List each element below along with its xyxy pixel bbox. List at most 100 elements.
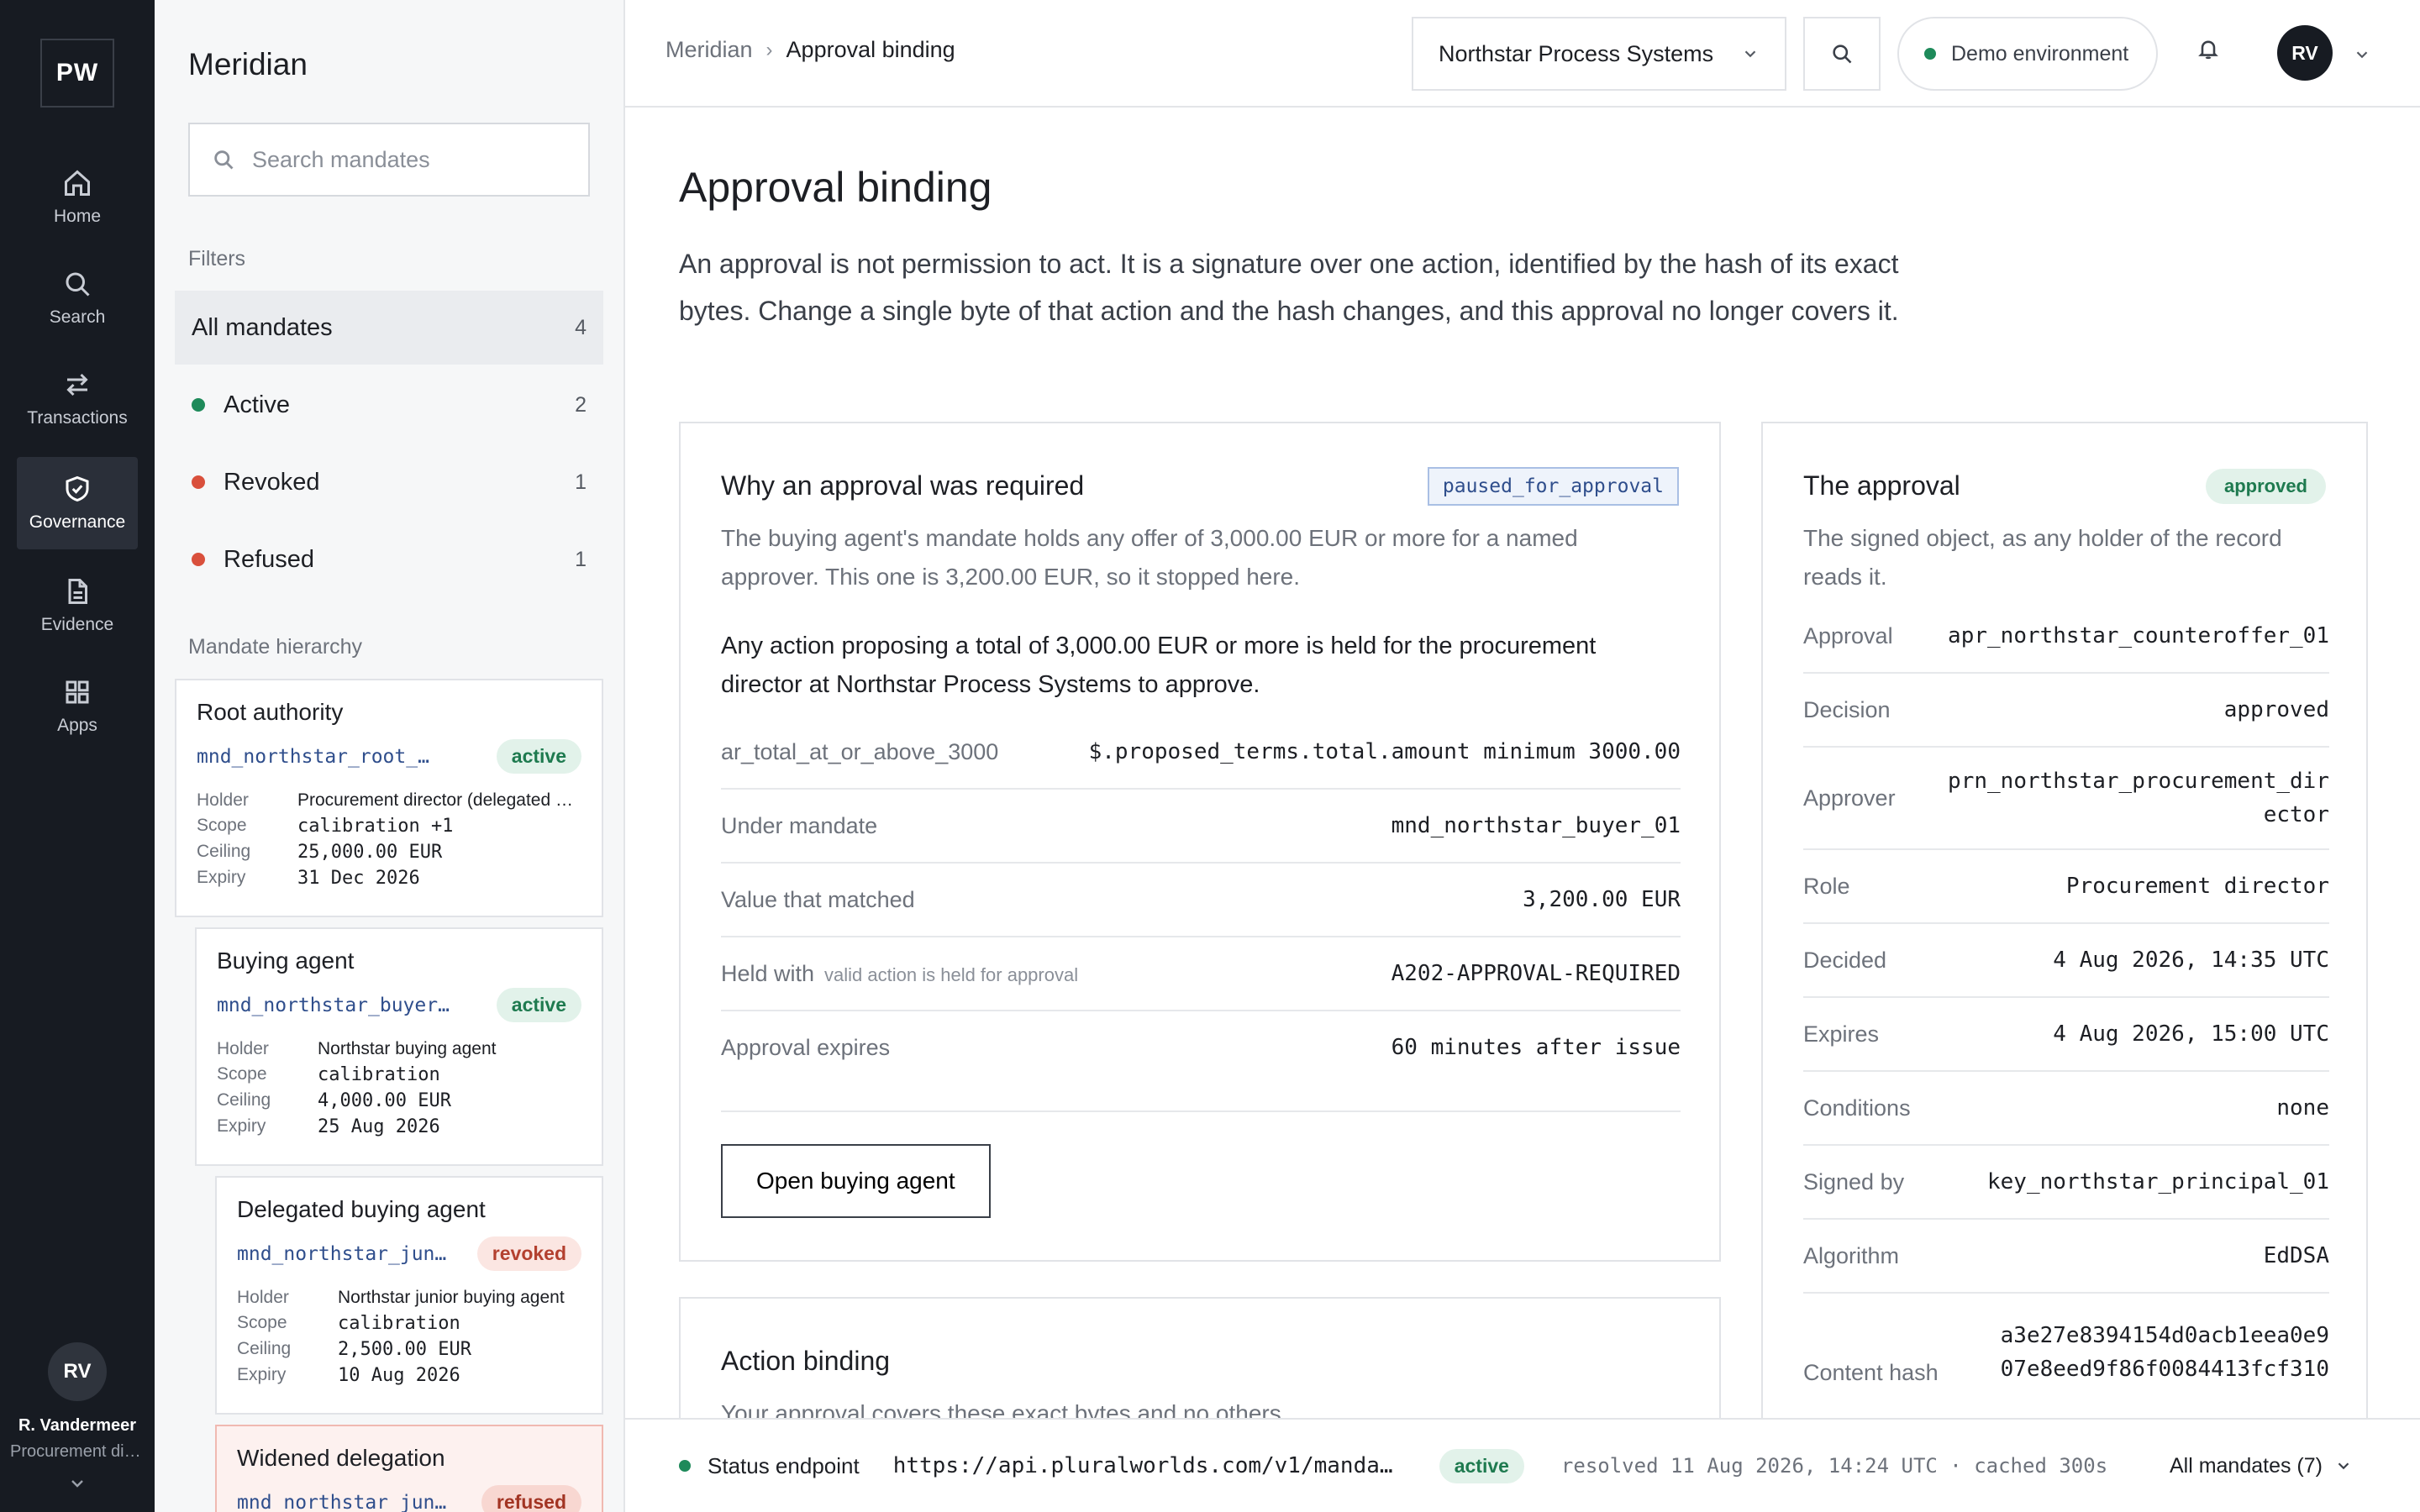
avatar: RV <box>48 1342 107 1401</box>
kv-row: Conditions none <box>1803 1072 2329 1146</box>
kv-row: Under mandate mnd_northstar_buyer_01 <box>721 790 1681 864</box>
kv-value: key_northstar_principal_01 <box>1987 1169 2329 1194</box>
meta-key: Holder <box>237 1288 289 1307</box>
approval-description: The signed object, as any holder of the … <box>1803 525 2282 590</box>
meta-ceiling: 4,000.00 EUR <box>318 1090 451 1111</box>
rail-item-evidence[interactable]: Evidence <box>17 559 138 652</box>
search-input[interactable]: Search mandates <box>188 123 590 197</box>
kv-row: Approval expires 60 minutes after issue <box>721 1011 1681 1112</box>
filter-count: 1 <box>575 470 587 494</box>
kv-key: Role <box>1803 873 1850 899</box>
mandate-id-link[interactable]: mnd_northstar_root_01 <box>197 746 432 768</box>
rail-item-label: Apps <box>57 716 97 735</box>
mandate-card-junior[interactable]: Delegated buying agent mnd_northstar_jun… <box>215 1176 603 1415</box>
grid-icon <box>66 680 89 704</box>
transfer-icon <box>66 373 88 396</box>
avatar[interactable]: RV <box>2277 25 2333 81</box>
breadcrumb-root[interactable]: Meridian <box>666 37 753 63</box>
status-tag: paused_for_approval <box>1427 467 1679 506</box>
kv-key: Decided <box>1803 947 1887 973</box>
meta-key: Scope <box>237 1313 287 1332</box>
kv-row: Content hash a3e27e8394154d0acb1eea0e907… <box>1803 1294 2329 1403</box>
kv-row: Approver prn_northstar_procurement_direc… <box>1803 748 2329 850</box>
kv-key: Approval <box>1803 622 1893 648</box>
mandate-card-buyer[interactable]: Buying agent mnd_northstar_buyer_01 acti… <box>195 927 603 1166</box>
search-button[interactable] <box>1803 17 1881 91</box>
status-dot <box>192 475 205 489</box>
card-title: Action binding <box>721 1346 891 1376</box>
filter-refused[interactable]: Refused 1 <box>175 522 603 596</box>
app-logo[interactable]: PW <box>40 39 114 108</box>
filter-active[interactable]: Active 2 <box>175 368 603 442</box>
kv-value: 4 Aug 2026, 15:00 UTC <box>2053 1021 2329 1047</box>
bell-icon <box>2198 40 2218 60</box>
kv-row: Algorithm EdDSA <box>1803 1220 2329 1294</box>
status-badge: refused <box>481 1485 581 1512</box>
page-intro: An approval is not permission to act. It… <box>679 249 1899 326</box>
kv-key: Expires <box>1803 1021 1880 1047</box>
kv-value: 60 minutes after issue <box>1391 1035 1681 1060</box>
filter-count: 4 <box>575 315 587 339</box>
meta-expiry: 10 Aug 2026 <box>338 1365 460 1386</box>
rule-statement: Any action proposing a total of 3,000.00… <box>721 633 1597 698</box>
user-name: R. Vandermeer <box>18 1416 137 1435</box>
rail-item-apps[interactable]: Apps <box>17 660 138 753</box>
chevron-down-icon[interactable] <box>2353 45 2371 64</box>
filter-revoked[interactable]: Revoked 1 <box>175 445 603 519</box>
kv-value: prn_northstar_procurement_director <box>1948 769 2329 827</box>
filter-label: Refused <box>224 545 315 573</box>
environment-label: Demo environment <box>1951 41 2129 66</box>
meta-holder: Northstar junior buying agent <box>338 1288 565 1307</box>
meta-key: Scope <box>217 1064 267 1084</box>
kv-row: Signed by key_northstar_principal_01 <box>1803 1146 2329 1220</box>
search-placeholder: Search mandates <box>252 146 430 172</box>
kv-key: Conditions <box>1803 1095 1911 1121</box>
mandate-card-widened[interactable]: Widened delegation mnd_northstar_junior_… <box>215 1425 603 1512</box>
mandate-title: Buying agent <box>217 948 355 974</box>
rail-item-label: Governance <box>29 512 126 532</box>
rail-item-transactions[interactable]: Transactions <box>17 353 138 445</box>
meta-scope: calibration <box>338 1313 460 1334</box>
kv-key: Algorithm <box>1803 1242 1900 1268</box>
filter-label: Active <box>224 391 290 418</box>
kv-key: Under mandate <box>721 812 878 838</box>
meta-key: Expiry <box>197 868 246 887</box>
meta-key: Holder <box>217 1039 269 1058</box>
chevron-down-icon[interactable] <box>67 1473 87 1494</box>
mandate-id-link[interactable]: mnd_northstar_junior_02 <box>237 1492 447 1512</box>
chevron-down-icon <box>1744 50 1756 58</box>
status-dot <box>1924 48 1936 60</box>
open-buying-agent-button[interactable]: Open buying agent <box>721 1144 991 1218</box>
status-endpoint-url[interactable]: https://api.pluralworlds.com/v1/mandates… <box>893 1453 1394 1478</box>
rail-item-home[interactable]: Home <box>17 151 138 244</box>
org-selector[interactable]: Northstar Process Systems <box>1412 17 1786 91</box>
meta-key: Ceiling <box>237 1339 292 1358</box>
kv-value: $.proposed_terms.total.amount minimum 30… <box>1088 739 1681 764</box>
kv-value: mnd_northstar_buyer_01 <box>1391 813 1681 838</box>
status-endpoint-label: Status endpoint <box>708 1452 860 1478</box>
top-bar: Meridian › Approval binding Northstar Pr… <box>625 0 2420 108</box>
status-badge: active <box>496 988 581 1022</box>
kv-value: a3e27e8394154d0acb1eea0e907e8eed9f86f008… <box>2000 1323 2329 1382</box>
mandate-id-link[interactable]: mnd_northstar_junior_01 <box>237 1243 447 1265</box>
environment-badge[interactable]: Demo environment <box>1897 17 2158 91</box>
mandate-card-root[interactable]: Root authority mnd_northstar_root_01 act… <box>175 679 603 917</box>
kv-key: Approver <box>1803 785 1896 811</box>
kv-row: Decided 4 Aug 2026, 14:35 UTC <box>1803 924 2329 998</box>
mandate-selector[interactable]: All mandates (7) <box>2170 1454 2353 1478</box>
kv-value: A202-APPROVAL-REQUIRED <box>1391 961 1681 986</box>
main-content: Approval binding An approval is not perm… <box>625 109 2420 1418</box>
mandate-selector-label: All mandates (7) <box>2169 1453 2323 1478</box>
meta-ceiling: 25,000.00 EUR <box>297 842 443 863</box>
rail-item-search[interactable]: Search <box>17 252 138 344</box>
kv-key: Approval expires <box>721 1035 891 1060</box>
rail-item-governance[interactable]: Governance <box>17 457 138 549</box>
kv-key: ar_total_at_or_above_3000 <box>721 738 999 764</box>
mandate-title: Delegated buying agent <box>237 1196 486 1222</box>
mandate-id-link[interactable]: mnd_northstar_buyer_01 <box>217 995 452 1016</box>
rail-user[interactable]: RV R. Vandermeer Procurement director <box>0 1342 155 1462</box>
filter-all-mandates[interactable]: All mandates 4 <box>175 291 603 365</box>
mandate-sidebar: Meridian Search mandates Filters All man… <box>155 0 625 1512</box>
meta-key: Scope <box>197 816 247 835</box>
notifications-button[interactable] <box>2196 37 2230 71</box>
